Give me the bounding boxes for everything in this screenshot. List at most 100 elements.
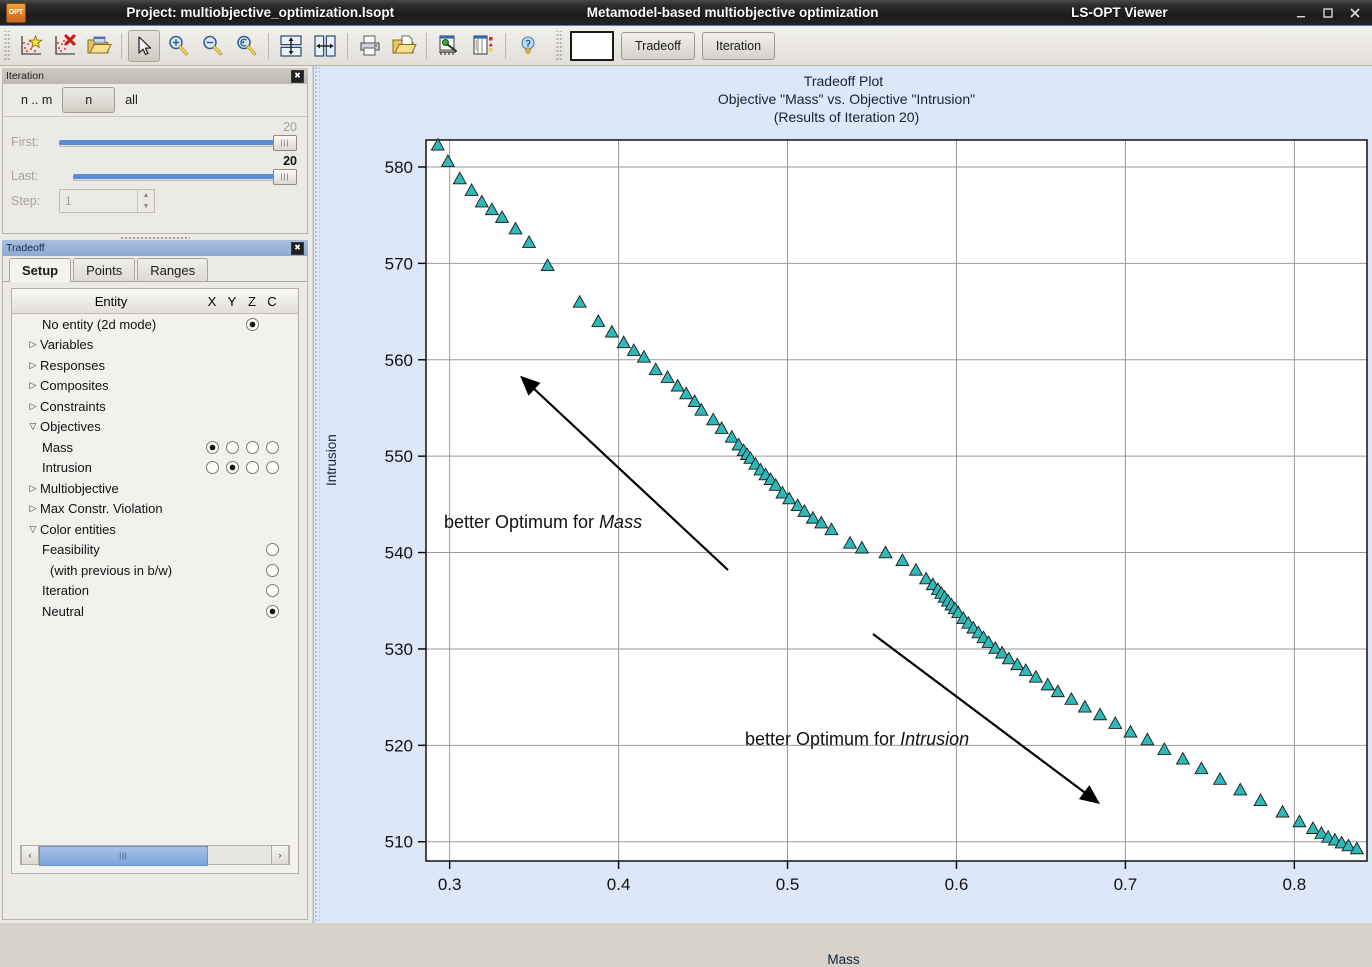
tree-row-neutral[interactable]: Neutral	[12, 601, 298, 622]
tree-label: (with previous in b/w)	[50, 562, 173, 578]
tree-row-multiobjective[interactable]: ▷ Multiobjective	[12, 478, 298, 499]
open-folder-icon[interactable]	[83, 30, 115, 62]
chevron-right-icon[interactable]: ▷	[26, 380, 40, 391]
tree-row-max-constr-violation[interactable]: ▷ Max Constr. Violation	[12, 499, 298, 520]
radio-c[interactable]	[262, 584, 282, 598]
tree-row-with-previous-bw[interactable]: (with previous in b/w)	[12, 560, 298, 581]
zoom-out-icon[interactable]	[196, 30, 228, 62]
tree-row-responses[interactable]: ▷ Responses	[12, 355, 298, 376]
table-view-icon[interactable]	[467, 30, 499, 62]
radio-x[interactable]	[202, 461, 222, 475]
chevron-down-icon[interactable]: ▼	[138, 201, 154, 212]
toolbar-separator	[121, 32, 122, 59]
tree-label: Multiobjective	[40, 480, 119, 496]
tree-label: Constraints	[40, 398, 106, 414]
chevron-right-icon[interactable]: ▷	[26, 483, 40, 494]
tree-row-no-entity[interactable]: No entity (2d mode)	[12, 314, 298, 335]
close-icon[interactable]	[1348, 6, 1362, 20]
toolbar-grip-2[interactable]	[555, 30, 563, 61]
last-slider-row: 20 Last: |||	[3, 151, 307, 185]
radio-c[interactable]	[262, 543, 282, 557]
minimize-icon[interactable]	[1294, 6, 1308, 20]
tree-row-constraints[interactable]: ▷ Constraints	[12, 396, 298, 417]
step-label: Step:	[11, 194, 41, 208]
radio-c[interactable]	[262, 440, 282, 454]
radio-c[interactable]	[262, 563, 282, 577]
last-value: 20	[283, 154, 297, 168]
scroll-left-icon[interactable]: ‹	[21, 845, 39, 865]
split-horizontal-icon[interactable]	[275, 30, 307, 62]
add-plot-icon[interactable]	[15, 30, 47, 62]
app-name: LS-OPT Viewer	[1071, 5, 1168, 20]
radio-c[interactable]	[262, 461, 282, 475]
scrollbar-track[interactable]: |||	[39, 846, 271, 866]
chevron-right-icon[interactable]: ▷	[26, 401, 40, 412]
scroll-right-icon[interactable]: ›	[271, 845, 289, 865]
tab-tradeoff[interactable]: Tradeoff	[621, 31, 695, 60]
tree-horizontal-scrollbar[interactable]: ‹ ||| ›	[20, 845, 290, 866]
chevron-down-icon[interactable]: ▽	[26, 524, 40, 535]
close-icon[interactable]: ✖	[291, 69, 304, 83]
tradeoff-scatter-plot[interactable]: 510 520 530 540 550 560 570 580 0.3 0.4 0.5 0.6 0.7 0…	[314, 66, 1372, 923]
tab-setup[interactable]: Setup	[9, 258, 72, 282]
radio-x[interactable]	[202, 440, 222, 454]
annotation-text: better Optimum for Intrusion	[745, 729, 969, 749]
chevron-right-icon[interactable]: ▷	[26, 503, 40, 514]
scrollbar-thumb[interactable]: |||	[39, 846, 209, 866]
step-stepper[interactable]: 1 ▲ ▼	[59, 189, 155, 213]
last-slider[interactable]: |||	[59, 169, 297, 185]
tree-label: Feasibility	[42, 542, 100, 558]
first-slider[interactable]: |||	[59, 135, 297, 151]
tree-row-variables[interactable]: ▷ Variables	[12, 335, 298, 356]
maximize-icon[interactable]	[1321, 6, 1335, 20]
tree-row-feasibility[interactable]: Feasibility	[12, 540, 298, 561]
iteration-mode-range[interactable]: n .. m	[11, 89, 62, 111]
chevron-up-icon[interactable]: ▲	[138, 190, 154, 201]
tree-row-mass[interactable]: Mass	[12, 437, 298, 458]
column-c: C	[267, 293, 277, 309]
zoom-in-icon[interactable]	[162, 30, 194, 62]
tree-row-objectives[interactable]: ▽ Objectives	[12, 417, 298, 438]
toolbar-grip[interactable]	[3, 30, 11, 61]
iteration-mode-single[interactable]: n	[62, 87, 116, 113]
y-tick-label: 540	[385, 544, 413, 563]
project-title: Project: multiobjective_optimization.lso…	[126, 5, 395, 20]
title-bar-text: Project: multiobjective_optimization.lso…	[30, 5, 1294, 20]
zoom-reset-icon[interactable]	[230, 30, 262, 62]
radio-z[interactable]	[242, 317, 262, 331]
radio-y[interactable]	[222, 461, 242, 475]
chevron-down-icon[interactable]: ▽	[26, 421, 40, 432]
chevron-right-icon[interactable]: ▷	[26, 360, 40, 371]
radio-z[interactable]	[242, 440, 262, 454]
tab-iteration[interactable]: Iteration	[701, 31, 776, 60]
iteration-mode-all[interactable]: all	[115, 89, 148, 111]
tab-ranges[interactable]: Ranges	[137, 258, 209, 281]
save-as-icon[interactable]	[388, 30, 420, 62]
toolbar-separator	[268, 32, 269, 59]
tree-label: Objectives	[40, 419, 101, 435]
plot-settings-icon[interactable]	[433, 30, 465, 62]
x-axis-label: Mass	[827, 952, 860, 967]
pointer-icon[interactable]	[128, 29, 160, 62]
tree-row-intrusion[interactable]: Intrusion	[12, 458, 298, 479]
delete-plot-icon[interactable]	[49, 30, 81, 62]
radio-y[interactable]	[222, 440, 242, 454]
main-toolbar: Tradeoff Iteration	[0, 26, 1372, 66]
radio-c[interactable]	[262, 604, 282, 618]
split-vertical-icon[interactable]	[309, 30, 341, 62]
close-icon[interactable]: ✖	[291, 241, 304, 255]
tree-row-iteration[interactable]: Iteration	[12, 581, 298, 602]
tree-label: Neutral	[42, 603, 84, 619]
tree-row-color-entities[interactable]: ▽ Color entities	[12, 519, 298, 540]
color-swatch[interactable]	[570, 30, 614, 61]
tree-row-composites[interactable]: ▷ Composites	[12, 376, 298, 397]
iteration-panel-body: n .. m n all 20 First: ||| 20 Last: ||| …	[2, 84, 308, 234]
print-icon[interactable]	[354, 30, 386, 62]
chevron-right-icon[interactable]: ▷	[26, 339, 40, 350]
radio-z[interactable]	[242, 461, 262, 475]
hint-icon[interactable]	[512, 30, 544, 62]
column-y: Y	[227, 293, 237, 309]
tab-points[interactable]: Points	[73, 258, 136, 281]
entity-tree: Entity X Y Z C No entity (2d mode) ▷ Var…	[11, 288, 299, 874]
tradeoff-panel-titlebar: Tradeoff ✖	[2, 240, 308, 256]
